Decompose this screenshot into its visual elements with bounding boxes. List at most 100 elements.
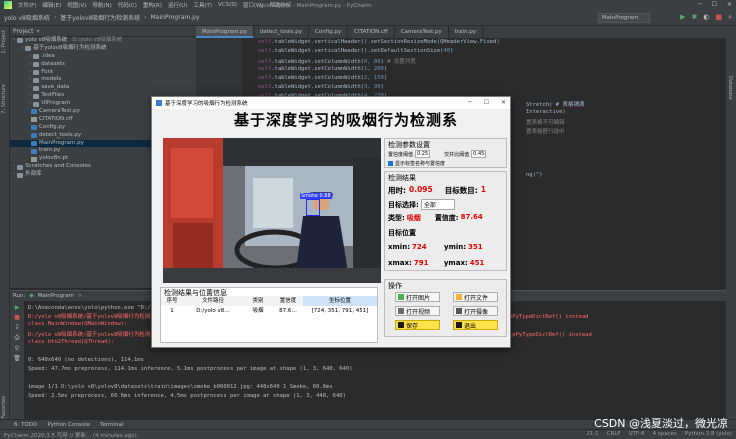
folder-icon — [33, 101, 40, 107]
rerun-icon[interactable]: ▶ — [10, 304, 24, 311]
menu-file[interactable]: 文件(F) — [18, 1, 36, 9]
tab-terminal[interactable]: Terminal — [100, 422, 123, 428]
stripe-project[interactable]: 1: Project — [1, 30, 7, 54]
col-header-index[interactable]: 序号 — [161, 296, 183, 306]
breadcrumb-file[interactable]: MainProgram.py — [151, 14, 200, 21]
tab-cameratest[interactable]: CameraTest.py — [395, 26, 449, 38]
truck-cab-image — [163, 138, 381, 283]
chevron-down-icon[interactable]: ▾ — [37, 28, 40, 35]
status-message[interactable]: PyCharm 2020.3.5 可用 // 更新... (4 minutes … — [4, 431, 137, 439]
menu-run[interactable]: 运行(U) — [168, 1, 187, 9]
col-header-confidence[interactable]: 置信度 — [273, 296, 303, 306]
tree-item[interactable]: › .idea — [10, 53, 196, 61]
run-icon[interactable]: ▶ — [680, 13, 685, 22]
pin-icon[interactable]: ⚲ — [10, 345, 24, 352]
iou-threshold-spinbox[interactable]: 0.45 — [471, 150, 487, 158]
open-video-label: 打开视频 — [406, 308, 431, 316]
editor-tabs: MainProgram.py detect_tools.py Config.py… — [196, 26, 726, 38]
menu-refactor[interactable]: 重构(R) — [143, 1, 162, 9]
chevron-right-icon[interactable]: › — [13, 163, 15, 171]
status-position[interactable]: 21:1 — [586, 431, 598, 437]
tree-item[interactable]: › yolo v8吸烟系统 D:\yolo v8吸烟系统 — [10, 37, 196, 45]
breadcrumb-separator-icon: › — [144, 14, 147, 21]
close-icon[interactable]: ✕ — [727, 1, 732, 8]
tree-item[interactable]: › models — [10, 76, 196, 84]
exit-icon — [456, 322, 462, 328]
menu-code[interactable]: 代码(C) — [118, 1, 137, 9]
col-header-path[interactable]: 文件路径 — [183, 296, 243, 306]
close-icon[interactable]: × — [78, 293, 83, 299]
menu-edit[interactable]: 编辑(E) — [42, 1, 61, 9]
status-indent[interactable]: 4 spaces — [653, 431, 677, 437]
code-token: ) — [383, 66, 388, 72]
run-config-select[interactable]: MainProgram — [598, 13, 650, 23]
coverage-icon[interactable]: ◐ — [703, 13, 709, 22]
maximize-icon[interactable]: ☐ — [484, 99, 489, 106]
count-value: 1 — [480, 185, 486, 194]
checkbox-checked-icon[interactable] — [388, 161, 393, 166]
tree-item[interactable]: › 基于yolov8吸烟行为检测系统 — [10, 45, 196, 53]
close-icon[interactable]: ✕ — [501, 99, 506, 106]
tree-item-label: TestFiles — [41, 92, 65, 99]
minimize-icon[interactable]: ─ — [698, 1, 702, 8]
exit-button[interactable]: 退出 — [453, 320, 498, 330]
minimize-icon[interactable]: ─ — [468, 99, 472, 106]
tree-item-label: Config.py — [39, 123, 66, 130]
code-line: self.tableWidget.verticalHeader().setSec… — [258, 39, 500, 45]
stop-icon[interactable]: ■ — [715, 13, 722, 22]
open-image-button[interactable]: 打开图片 — [395, 292, 440, 302]
breadcrumb-project[interactable]: yolo v8吸烟系统 — [4, 13, 50, 22]
col-header-class[interactable]: 类别 — [243, 296, 273, 306]
tree-item[interactable]: › datasets — [10, 61, 196, 69]
tree-item[interactable]: › save_data — [10, 84, 196, 92]
target-select-dropdown[interactable]: 全部 — [420, 199, 455, 210]
code-line: self.tableWidget.setColumnWidth(1, 200) — [258, 66, 387, 72]
stop-icon[interactable]: ■ — [10, 314, 24, 321]
tab-mainprogram[interactable]: MainProgram.py — [196, 26, 254, 38]
tab-todo[interactable]: 6: TODO — [14, 422, 37, 428]
print-icon[interactable]: ⎙ — [10, 334, 24, 342]
chevron-right-icon[interactable]: › — [21, 45, 23, 53]
chevron-right-icon[interactable]: › — [29, 84, 31, 92]
scroll-icon[interactable]: ↧ — [10, 324, 24, 331]
tree-item[interactable]: › Font — [10, 69, 196, 77]
tab-train[interactable]: train.py — [449, 26, 484, 38]
tab-config[interactable]: Config.py — [309, 26, 349, 38]
status-encoding[interactable]: UTF-8 — [629, 431, 645, 437]
chevron-right-icon[interactable]: › — [29, 100, 31, 108]
tree-item-label: .idea — [41, 52, 55, 59]
stripe-database[interactable]: Database — [727, 76, 733, 100]
debug-icon[interactable]: ✱ — [691, 13, 697, 22]
chevron-right-icon[interactable]: › — [29, 76, 31, 84]
menu-navigate[interactable]: 导航(N) — [92, 1, 111, 9]
stripe-structure[interactable]: 7: Structure — [1, 84, 7, 114]
chevron-right-icon[interactable]: › — [13, 37, 15, 45]
col-header-coords[interactable]: 坐标位置 — [303, 296, 377, 306]
tab-citation[interactable]: CITATION.cff — [348, 26, 395, 38]
table-row[interactable]: 1 D:/yolo v8… 吸烟 87.6… [724, 351, 791, 4… — [161, 306, 377, 316]
tab-detect-tools[interactable]: detect_tools.py — [254, 26, 309, 38]
save-button[interactable]: 保存 — [395, 320, 440, 330]
chevron-right-icon[interactable]: › — [29, 69, 31, 77]
project-panel-title[interactable]: Project — [13, 28, 34, 35]
open-video-button[interactable]: 打开视频 — [395, 306, 440, 316]
search-icon[interactable]: ⌕ — [728, 13, 732, 22]
breadcrumb-folder[interactable]: 基于yolov8吸烟行为检测系统 — [60, 13, 140, 22]
tree-item-label: CITATION.cff — [39, 115, 73, 122]
maximize-icon[interactable]: ☐ — [712, 1, 717, 8]
tab-python-console[interactable]: Python Console — [47, 422, 90, 428]
open-folder-button[interactable]: 打开文件 — [453, 292, 498, 302]
chevron-right-icon[interactable]: › — [29, 92, 31, 100]
chevron-right-icon[interactable]: › — [29, 53, 31, 61]
run-tab[interactable]: MainProgram — [38, 293, 74, 299]
status-line-sep[interactable]: CRLF — [607, 431, 621, 437]
menu-vcs[interactable]: VCS(S) — [218, 2, 237, 8]
open-camera-button[interactable]: 打开摄像 — [453, 306, 498, 316]
conf-threshold-spinbox[interactable]: 0.25 — [415, 150, 431, 158]
chevron-right-icon[interactable]: › — [13, 171, 15, 179]
status-interpreter[interactable]: Python 3.8 (yolo) — [685, 431, 732, 437]
delete-icon[interactable]: 🗑 — [10, 355, 24, 362]
menu-view[interactable]: 视图(V) — [67, 1, 86, 9]
chevron-right-icon[interactable]: › — [29, 61, 31, 69]
menu-tools[interactable]: 工具(T) — [193, 1, 212, 9]
